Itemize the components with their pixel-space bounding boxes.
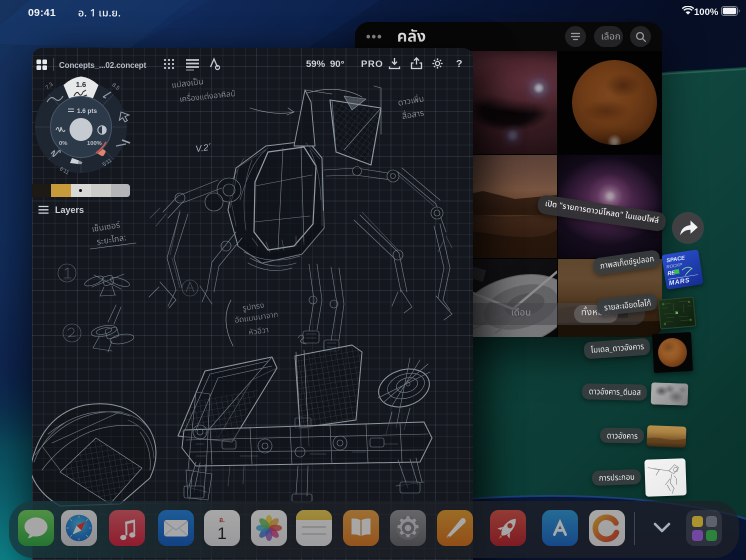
svg-text:ROCKP: ROCKP <box>666 262 683 269</box>
svg-text:V.2´: V.2´ <box>195 142 212 154</box>
